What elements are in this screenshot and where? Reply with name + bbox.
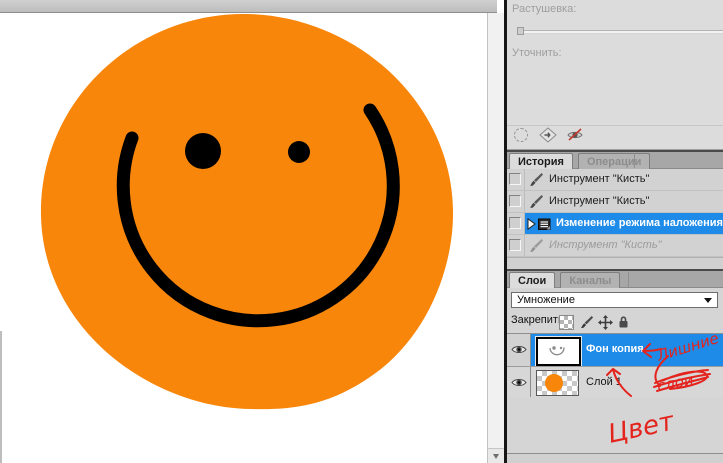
refine-label: Уточнить:	[512, 47, 562, 59]
tab-actions[interactable]: Операции	[578, 153, 650, 169]
eye-disabled-icon[interactable]	[566, 127, 584, 145]
history-row-undone[interactable]: Инструмент "Кисть"	[507, 235, 723, 257]
brush-icon	[528, 172, 544, 191]
history-row-label: Инструмент "Кисть"	[549, 235, 723, 256]
history-row-label: Инструмент "Кисть"	[549, 169, 723, 190]
scroll-down-arrow-icon	[493, 454, 499, 459]
scroll-down-button[interactable]	[488, 448, 504, 463]
brush-icon[interactable]	[579, 315, 594, 333]
history-column-line	[524, 191, 525, 212]
window-left-border	[0, 331, 2, 463]
tabbar-line	[634, 153, 635, 168]
history-list: Инструмент "Кисть" Инструмент "Кисть"	[507, 169, 723, 257]
feather-slider-handle[interactable]	[517, 27, 524, 35]
canvas-vertical-scrollbar[interactable]	[487, 13, 504, 463]
eye-icon	[511, 344, 527, 355]
smiley-drawing	[0, 13, 487, 463]
layers-panel-body: Умножение Закрепить:	[507, 289, 723, 463]
history-source-checkbox[interactable]	[509, 173, 521, 185]
history-column-line	[524, 169, 525, 190]
history-tabbar: История Операции	[507, 152, 723, 169]
smiley-right-eye	[288, 141, 310, 163]
history-source-checkbox[interactable]	[509, 195, 521, 207]
history-panel-footer	[507, 257, 723, 269]
eye-icon	[511, 377, 527, 388]
feather-label: Растушевка:	[512, 3, 576, 15]
diamond-arrow-icon[interactable]	[539, 127, 557, 146]
history-row[interactable]: Инструмент "Кисть"	[507, 169, 723, 191]
brush-icon	[528, 238, 544, 257]
panel-column: Растушевка: Уточнить: История Операции	[507, 0, 723, 463]
layer-name: Фон копия	[586, 334, 644, 365]
blend-mode-value: Умножение	[517, 293, 575, 307]
tabbar-line	[628, 272, 629, 287]
history-source-checkbox[interactable]	[509, 217, 521, 229]
history-state-pointer-icon	[527, 218, 536, 233]
icon-row-separator	[507, 125, 723, 126]
history-row[interactable]: Инструмент "Кисть"	[507, 191, 723, 213]
layer-visibility-cell[interactable]	[507, 367, 531, 397]
layers-panel-footer	[507, 454, 723, 463]
feather-slider[interactable]	[517, 30, 723, 34]
layer-thumbnail-smiley-sketch[interactable]	[536, 337, 581, 366]
brush-icon	[528, 194, 544, 213]
move-icon[interactable]	[598, 315, 613, 333]
smiley-left-eye	[185, 133, 221, 169]
layer-visibility-cell[interactable]	[507, 334, 531, 366]
history-row-label: Изменение режима наложения	[556, 213, 723, 234]
layer-thumbnail-orange-circle[interactable]	[536, 370, 579, 396]
tab-channels[interactable]: Каналы	[560, 272, 620, 288]
history-source-checkbox[interactable]	[509, 239, 521, 251]
checkerboard-icon[interactable]	[559, 315, 574, 330]
history-column-line	[524, 235, 525, 256]
lock-icon[interactable]	[618, 315, 629, 332]
history-row-selected[interactable]: Изменение режима наложения	[507, 213, 723, 235]
selection-options-panel: Растушевка: Уточнить:	[507, 0, 723, 150]
layer-row-fon-kopiya[interactable]: Фон копия	[507, 334, 723, 366]
chevron-down-icon	[704, 298, 712, 303]
blend-mode-select[interactable]: Умножение	[511, 292, 718, 308]
document-titlebar[interactable]	[0, 0, 497, 13]
layer-row-sloy-1[interactable]: Слой 1	[507, 366, 723, 397]
blend-mode-icon	[537, 217, 552, 235]
tab-history[interactable]: История	[509, 153, 573, 169]
canvas-area[interactable]	[0, 13, 487, 463]
dashed-circle-icon[interactable]	[514, 128, 528, 142]
history-row-label: Инструмент "Кисть"	[549, 191, 723, 212]
layer-name: Слой 1	[586, 367, 622, 398]
history-column-line	[524, 213, 525, 234]
tab-layers[interactable]: Слои	[509, 272, 555, 288]
layers-tabbar: Слои Каналы	[507, 271, 723, 288]
